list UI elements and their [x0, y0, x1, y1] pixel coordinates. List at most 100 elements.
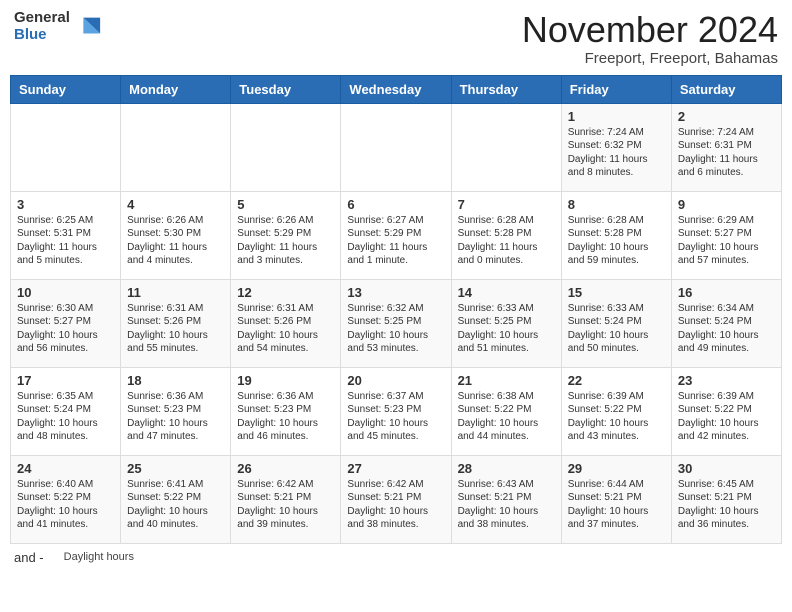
day-info: Sunrise: 6:30 AM Sunset: 5:27 PM Dayligh… [17, 302, 114, 356]
day-info: Sunrise: 6:45 AM Sunset: 5:21 PM Dayligh… [678, 478, 775, 532]
weekday-header-friday: Friday [561, 75, 671, 103]
legend-daylight: Daylight hours [64, 551, 134, 563]
day-number: 19 [237, 373, 334, 388]
calendar-cell: 18 Sunrise: 6:36 AM Sunset: 5:23 PM Dayli… [121, 367, 231, 455]
day-info: Sunrise: 6:39 AM Sunset: 5:22 PM Dayligh… [678, 390, 775, 444]
day-number: 21 [458, 373, 555, 388]
calendar-cell: 27Sunrise: 6:42 AM Sunset: 5:21 PM Dayli… [341, 455, 451, 543]
logo-text: General Blue [14, 10, 70, 43]
calendar-cell: 9Sunrise: 6:29 AM Sunset: 5:27 PM Daylig… [671, 191, 781, 279]
day-number: 11 [127, 285, 224, 300]
calendar-cell: 11 Sunrise: 6:31 AM Sunset: 5:26 PM Dayli… [121, 279, 231, 367]
day-number: 14 [458, 285, 555, 300]
day-info: Sunrise: 7:24 AM Sunset: 6:32 PM Dayligh… [568, 126, 665, 180]
logo-line1: General [14, 10, 70, 27]
location-subtitle: Freeport, Freeport, Bahamas [522, 50, 778, 67]
calendar-cell: 8 Sunrise: 6:28 AM Sunset: 5:28 PM Daylig… [561, 191, 671, 279]
day-number: 1 [568, 109, 665, 124]
day-number: 23 [678, 373, 775, 388]
calendar-cell: 23 Sunrise: 6:39 AM Sunset: 5:22 PM Dayli… [671, 367, 781, 455]
day-number: 26 [237, 461, 334, 476]
week-row-4: 17 Sunrise: 6:35 AM Sunset: 5:24 PM Dayli… [11, 367, 782, 455]
calendar-cell [11, 103, 121, 191]
day-info: Sunrise: 6:33 AM Sunset: 5:25 PM Dayligh… [458, 302, 555, 356]
day-info: Sunrise: 6:31 AM Sunset: 5:26 PM Dayligh… [237, 302, 334, 356]
day-number: 7 [458, 197, 555, 212]
day-number: 2 [678, 109, 775, 124]
day-info: Sunrise: 6:41 AM Sunset: 5:22 PM Dayligh… [127, 478, 224, 532]
weekday-header-sunday: Sunday [11, 75, 121, 103]
calendar-cell: 16 Sunrise: 6:34 AM Sunset: 5:24 PM Dayli… [671, 279, 781, 367]
calendar-cell [121, 103, 231, 191]
day-number: 15 [568, 285, 665, 300]
day-number: 28 [458, 461, 555, 476]
day-info: Sunrise: 6:33 AM Sunset: 5:24 PM Dayligh… [568, 302, 665, 356]
day-info: Sunrise: 6:39 AM Sunset: 5:22 PM Dayligh… [568, 390, 665, 444]
calendar-cell: 24 Sunrise: 6:40 AM Sunset: 5:22 PM Dayli… [11, 455, 121, 543]
day-number: 9 [678, 197, 775, 212]
day-info: Sunrise: 6:28 AM Sunset: 5:28 PM Dayligh… [568, 214, 665, 268]
day-info: Sunrise: 6:42 AM Sunset: 5:21 PM Dayligh… [347, 478, 444, 532]
calendar-cell [231, 103, 341, 191]
logo: General Blue [14, 10, 102, 43]
week-row-5: 24 Sunrise: 6:40 AM Sunset: 5:22 PM Dayli… [11, 455, 782, 543]
month-title: November 2024 [522, 10, 778, 50]
day-number: 4 [127, 197, 224, 212]
calendar-cell: 1 Sunrise: 7:24 AM Sunset: 6:32 PM Daylig… [561, 103, 671, 191]
day-info: Sunrise: 6:43 AM Sunset: 5:21 PM Dayligh… [458, 478, 555, 532]
day-number: 20 [347, 373, 444, 388]
title-area: November 2024 Freeport, Freeport, Bahama… [522, 10, 778, 67]
legend-daylight-label: Daylight hours [64, 551, 134, 563]
day-info: Sunrise: 6:42 AM Sunset: 5:21 PM Dayligh… [237, 478, 334, 532]
day-info: Sunrise: 6:38 AM Sunset: 5:22 PM Dayligh… [458, 390, 555, 444]
calendar-cell: 28 Sunrise: 6:43 AM Sunset: 5:21 PM Dayli… [451, 455, 561, 543]
calendar-cell: 15 Sunrise: 6:33 AM Sunset: 5:24 PM Dayli… [561, 279, 671, 367]
day-number: 30 [678, 461, 775, 476]
day-number: 25 [127, 461, 224, 476]
weekday-header-row: SundayMondayTuesdayWednesdayThursdayFrid… [11, 75, 782, 103]
calendar-cell: 2 Sunrise: 7:24 AM Sunset: 6:31 PM Daylig… [671, 103, 781, 191]
calendar-cell: 29 Sunrise: 6:44 AM Sunset: 5:21 PM Dayli… [561, 455, 671, 543]
day-number: 3 [17, 197, 114, 212]
day-number: 16 [678, 285, 775, 300]
day-info: Sunrise: 6:34 AM Sunset: 5:24 PM Dayligh… [678, 302, 775, 356]
day-info: Sunrise: 6:32 AM Sunset: 5:25 PM Dayligh… [347, 302, 444, 356]
calendar-cell: 6Sunrise: 6:27 AM Sunset: 5:29 PM Daylig… [341, 191, 451, 279]
calendar-cell: 13Sunrise: 6:32 AM Sunset: 5:25 PM Dayli… [341, 279, 451, 367]
day-info: Sunrise: 6:25 AM Sunset: 5:31 PM Dayligh… [17, 214, 114, 268]
day-info: Sunrise: 6:31 AM Sunset: 5:26 PM Dayligh… [127, 302, 224, 356]
day-info: Sunrise: 6:40 AM Sunset: 5:22 PM Dayligh… [17, 478, 114, 532]
logo-icon [74, 13, 102, 41]
day-info: Sunrise: 6:44 AM Sunset: 5:21 PM Dayligh… [568, 478, 665, 532]
calendar-cell: 10Sunrise: 6:30 AM Sunset: 5:27 PM Dayli… [11, 279, 121, 367]
day-number: 24 [17, 461, 114, 476]
calendar-cell: 26 Sunrise: 6:42 AM Sunset: 5:21 PM Dayli… [231, 455, 341, 543]
week-row-1: 1 Sunrise: 7:24 AM Sunset: 6:32 PM Daylig… [11, 103, 782, 191]
day-info: Sunrise: 6:27 AM Sunset: 5:29 PM Dayligh… [347, 214, 444, 268]
day-info: Sunrise: 6:35 AM Sunset: 5:24 PM Dayligh… [17, 390, 114, 444]
calendar-cell: 30 Sunrise: 6:45 AM Sunset: 5:21 PM Dayli… [671, 455, 781, 543]
calendar-cell: 17 Sunrise: 6:35 AM Sunset: 5:24 PM Dayli… [11, 367, 121, 455]
day-info: Sunrise: 6:36 AM Sunset: 5:23 PM Dayligh… [127, 390, 224, 444]
week-row-3: 10Sunrise: 6:30 AM Sunset: 5:27 PM Dayli… [11, 279, 782, 367]
calendar-cell: 21 Sunrise: 6:38 AM Sunset: 5:22 PM Dayli… [451, 367, 561, 455]
day-info: Sunrise: 6:36 AM Sunset: 5:23 PM Dayligh… [237, 390, 334, 444]
weekday-header-saturday: Saturday [671, 75, 781, 103]
day-info: Sunrise: 6:37 AM Sunset: 5:23 PM Dayligh… [347, 390, 444, 444]
day-number: 17 [17, 373, 114, 388]
calendar-cell: 14 Sunrise: 6:33 AM Sunset: 5:25 PM Dayli… [451, 279, 561, 367]
calendar-cell: 4 Sunrise: 6:26 AM Sunset: 5:30 PM Daylig… [121, 191, 231, 279]
day-info: Sunrise: 7:24 AM Sunset: 6:31 PM Dayligh… [678, 126, 775, 180]
calendar-cell: 25 Sunrise: 6:41 AM Sunset: 5:22 PM Dayli… [121, 455, 231, 543]
day-number: 8 [568, 197, 665, 212]
day-number: 29 [568, 461, 665, 476]
logo-line2: Blue [14, 27, 70, 44]
day-info: Sunrise: 6:26 AM Sunset: 5:30 PM Dayligh… [127, 214, 224, 268]
day-number: 18 [127, 373, 224, 388]
legend-dash-text: and - [14, 550, 44, 565]
calendar-cell: 19 Sunrise: 6:36 AM Sunset: 5:23 PM Dayli… [231, 367, 341, 455]
weekday-header-tuesday: Tuesday [231, 75, 341, 103]
day-info: Sunrise: 6:26 AM Sunset: 5:29 PM Dayligh… [237, 214, 334, 268]
calendar-cell: 3 Sunrise: 6:25 AM Sunset: 5:31 PM Daylig… [11, 191, 121, 279]
legend-and-dash: and - [14, 550, 44, 565]
